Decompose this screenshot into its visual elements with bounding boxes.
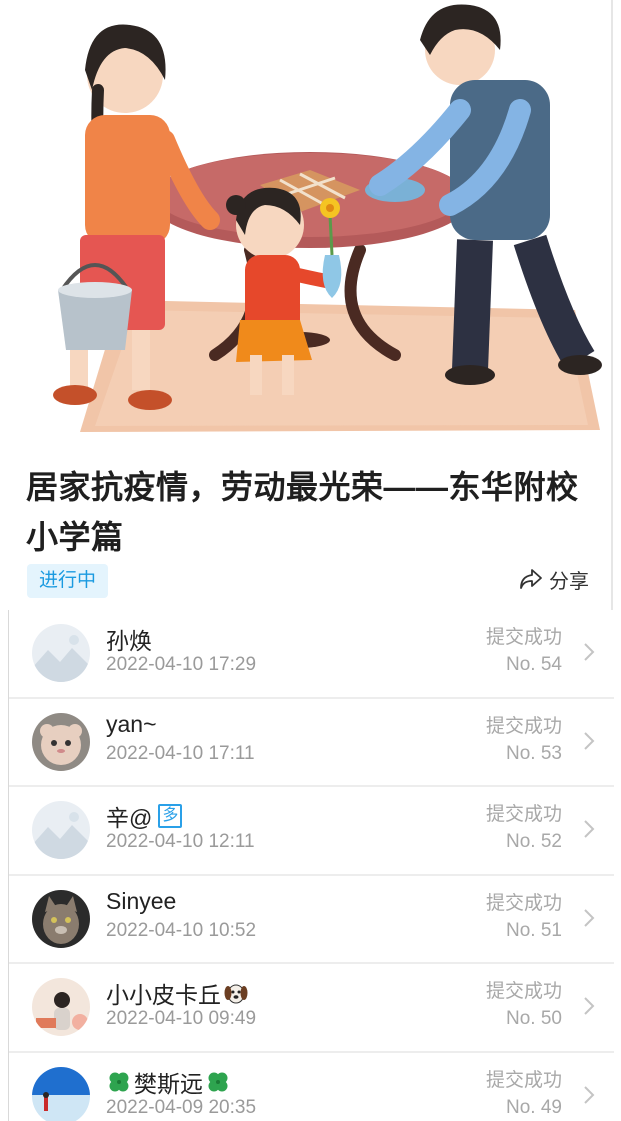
status-badge: 进行中 [27, 564, 109, 598]
submitter-name: yan~ [106, 710, 157, 737]
placeholder-avatar [32, 624, 90, 682]
share-icon [520, 569, 542, 589]
submission-number: No. 50 [506, 1008, 562, 1029]
submission-time: 2022-04-10 17:11 [106, 742, 255, 764]
submission-row[interactable]: 小小皮卡丘 2022-04-10 09:49 提交成功 No. 50 [9, 964, 614, 1053]
chevron-right-icon [584, 820, 595, 838]
cat-toy-avatar [32, 712, 90, 771]
submission-number: No. 49 [506, 1096, 562, 1118]
submitter-name: 樊斯远 [106, 1065, 231, 1099]
content-divider [611, 0, 613, 610]
multi-submission-tag: 多 [158, 804, 183, 828]
submission-number: No. 52 [506, 831, 562, 852]
chevron-right-icon [584, 908, 595, 927]
submission-number: No. 53 [506, 742, 562, 764]
submission-status: 提交成功 [485, 627, 562, 648]
chevron-right-icon [584, 643, 595, 661]
submission-row[interactable]: 樊斯远 2022-04-09 20:35 提交成功 No. 49 [9, 1053, 614, 1121]
submitter-name: 小小皮卡丘 [106, 976, 249, 1010]
submission-status: 提交成功 [485, 715, 562, 737]
submission-time: 2022-04-10 17:29 [106, 654, 257, 675]
submission-time: 2022-04-10 12:11 [106, 831, 255, 852]
girl-photo-avatar [32, 978, 90, 1036]
share-button[interactable]: 分享 [519, 564, 589, 594]
cat-photo-avatar [32, 889, 90, 948]
share-label: 分享 [549, 570, 589, 593]
chevron-right-icon [584, 1085, 595, 1104]
submission-time: 2022-04-10 09:49 [106, 1008, 257, 1029]
chevron-right-icon [584, 997, 595, 1015]
submission-time: 2022-04-10 10:52 [106, 919, 257, 941]
submission-status: 提交成功 [485, 981, 562, 1002]
submitter-name: Sinyee [106, 887, 177, 914]
dog-emoji-icon [223, 980, 249, 1006]
submission-status: 提交成功 [485, 1069, 562, 1091]
submission-row[interactable]: Sinyee 2022-04-10 10:52 提交成功 No. 51 [9, 876, 614, 964]
hero-illustration [0, 0, 612, 440]
clover-emoji-icon [205, 1069, 231, 1095]
placeholder-avatar [32, 801, 90, 859]
submission-status: 提交成功 [485, 804, 562, 825]
submission-list: 孙焕 2022-04-10 17:29 提交成功 No. 54 yan~ 202… [8, 610, 614, 1121]
clover-emoji-icon [106, 1069, 132, 1095]
submission-number: No. 54 [506, 654, 562, 675]
page-title: 居家抗疫情，劳动最光荣——东华附校小学篇 [26, 469, 579, 555]
submitter-name: 孙焕 [106, 628, 152, 654]
submission-row[interactable]: 辛@ 多 2022-04-10 12:11 提交成功 No. 52 [9, 787, 614, 876]
submission-number: No. 51 [506, 919, 562, 941]
submission-status: 提交成功 [485, 892, 562, 914]
submission-row[interactable]: 孙焕 2022-04-10 17:29 提交成功 No. 54 [9, 610, 614, 699]
chevron-right-icon [584, 731, 595, 750]
beach-photo-avatar [32, 1066, 90, 1121]
submitter-name: 辛@ 多 [106, 799, 183, 833]
submission-row[interactable]: yan~ 2022-04-10 17:11 提交成功 No. 53 [9, 699, 614, 787]
submission-time: 2022-04-09 20:35 [106, 1096, 257, 1118]
